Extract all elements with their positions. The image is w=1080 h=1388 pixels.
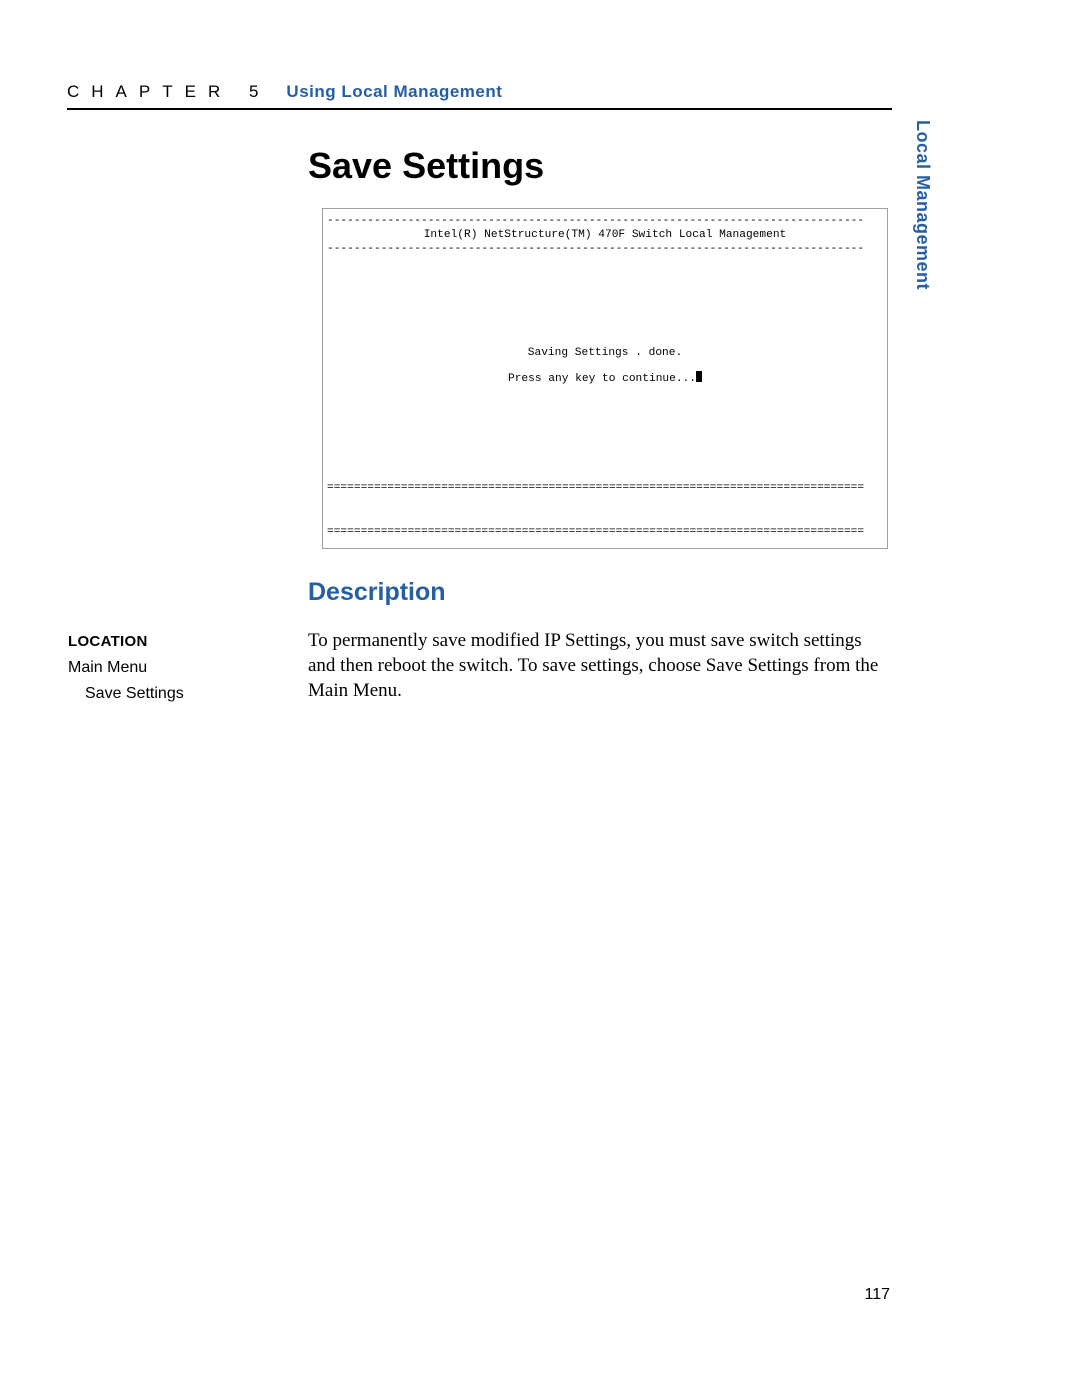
terminal-line: Saving Settings . done. (323, 347, 887, 359)
side-tab: Local Management (909, 120, 933, 340)
terminal-title: Intel(R) NetStructure(TM) 470F Switch Lo… (323, 229, 887, 241)
terminal-rule: ========================================… (327, 482, 883, 494)
location-item: Main Menu (68, 659, 147, 677)
body-paragraph: To permanently save modified IP Settings… (308, 628, 892, 703)
terminal-screenshot: ----------------------------------------… (322, 208, 888, 549)
section-heading: Description (308, 578, 446, 607)
terminal-rule: ----------------------------------------… (327, 243, 883, 255)
terminal-line: Press any key to continue... (323, 371, 887, 385)
terminal-rule: ========================================… (327, 526, 883, 538)
side-tab-label: Local Management (912, 120, 933, 290)
terminal-text: Press any key to continue... (508, 373, 696, 385)
page-title: Save Settings (308, 145, 544, 187)
running-header: CHAPTER 5 Using Local Management (67, 82, 892, 110)
terminal-rule: ----------------------------------------… (327, 215, 883, 227)
location-item: Save Settings (85, 685, 184, 703)
cursor-icon (696, 371, 702, 382)
page-number: 117 (864, 1286, 890, 1304)
chapter-title: Using Local Management (286, 82, 502, 101)
page: CHAPTER 5 Using Local Management Local M… (0, 0, 1080, 1388)
chapter-label: CHAPTER 5 (67, 82, 270, 101)
location-heading: LOCATION (68, 633, 148, 650)
